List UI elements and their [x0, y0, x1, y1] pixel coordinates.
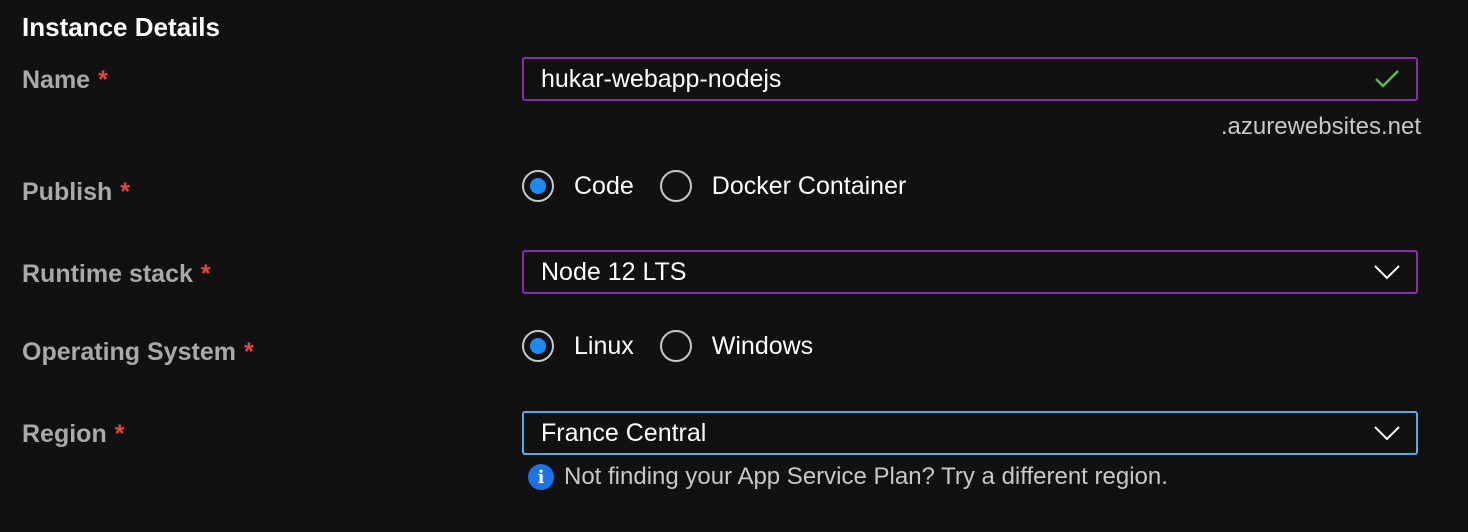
runtime-dropdown[interactable]: Node 12 LTS: [522, 250, 1418, 294]
checkmark-icon: [1372, 64, 1402, 94]
os-radio-group: Linux Windows: [522, 330, 839, 362]
region-hint-text: Not finding your App Service Plan? Try a…: [564, 463, 1168, 490]
required-marker: *: [114, 420, 125, 448]
region-dropdown-value[interactable]: France Central: [524, 419, 1372, 448]
chevron-down-icon[interactable]: [1372, 418, 1402, 448]
name-input-value[interactable]: hukar-webapp-nodejs: [524, 65, 1372, 94]
publish-docker-label[interactable]: Docker Container: [712, 172, 907, 201]
publish-radio-group: Code Docker Container: [522, 170, 932, 202]
publish-label-text: Publish: [22, 178, 113, 206]
os-windows-label[interactable]: Windows: [712, 332, 813, 361]
os-windows-radio[interactable]: [659, 330, 692, 362]
runtime-label-text: Runtime stack: [22, 260, 193, 288]
required-marker: *: [243, 338, 254, 366]
os-label: Operating System *: [22, 338, 254, 367]
section-title: Instance Details: [22, 12, 220, 42]
name-input[interactable]: hukar-webapp-nodejs: [522, 57, 1418, 101]
os-linux-label[interactable]: Linux: [574, 332, 634, 361]
runtime-label: Runtime stack *: [22, 260, 211, 289]
publish-code-radio[interactable]: [522, 170, 554, 202]
publish-code-label[interactable]: Code: [574, 172, 634, 201]
os-linux-radio[interactable]: [522, 330, 554, 362]
info-icon: i: [528, 464, 554, 490]
required-marker: *: [120, 178, 131, 206]
publish-docker-radio[interactable]: [659, 170, 692, 202]
domain-suffix: .azurewebsites.net: [1220, 113, 1421, 140]
os-label-text: Operating System: [22, 338, 236, 366]
runtime-dropdown-value[interactable]: Node 12 LTS: [524, 258, 1372, 287]
region-dropdown[interactable]: France Central: [522, 411, 1418, 455]
required-marker: *: [98, 66, 108, 94]
publish-label: Publish *: [22, 178, 130, 207]
region-label: Region *: [22, 420, 124, 449]
name-label: Name *: [22, 66, 108, 95]
name-label-text: Name: [22, 66, 91, 94]
region-label-text: Region: [22, 420, 107, 448]
region-hint: i Not finding your App Service Plan? Try…: [528, 463, 1168, 491]
chevron-down-icon[interactable]: [1372, 257, 1402, 287]
required-marker: *: [200, 260, 211, 288]
